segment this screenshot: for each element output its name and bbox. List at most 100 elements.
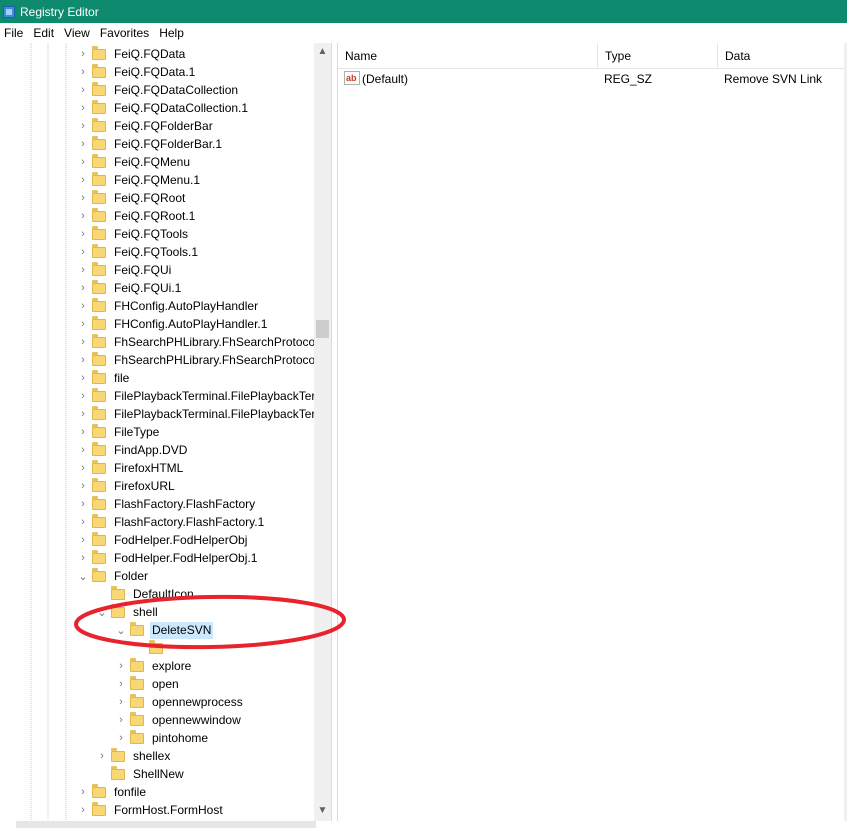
chevron-right-icon[interactable]: › [76,333,90,351]
scroll-up-arrow-icon[interactable]: ▲ [314,43,331,60]
tree-item[interactable]: › FilePlaybackTerminal.FilePlaybackTerm [76,387,327,405]
menu-view[interactable]: View [60,23,96,43]
chevron-right-icon[interactable]: › [76,81,90,99]
chevron-right-icon[interactable]: › [76,783,90,801]
chevron-right-icon[interactable]: › [76,441,90,459]
chevron-right-icon[interactable]: › [76,261,90,279]
column-header-name[interactable]: Name [338,43,598,69]
chevron-down-icon[interactable]: ⌄ [114,621,128,639]
tree-vertical-scrollbar[interactable]: ▲ ▼ [314,43,331,821]
menu-file[interactable]: File [0,23,29,43]
tree-item[interactable]: › FeiQ.FQTools [76,225,190,243]
tree-item[interactable]: › FirefoxURL [76,477,177,495]
chevron-right-icon[interactable]: › [76,135,90,153]
tree-item[interactable]: › opennewprocess [114,693,245,711]
scroll-down-arrow-icon[interactable]: ▼ [314,802,331,819]
tree-item[interactable]: ⌄ shell [95,603,160,621]
column-header-type[interactable]: Type [598,43,718,69]
tree-item[interactable]: ⌄ DeleteSVN [114,621,214,639]
chevron-right-icon[interactable]: › [76,387,90,405]
chevron-right-icon[interactable]: › [114,675,128,693]
tree-item[interactable]: ShellNew [95,765,186,783]
chevron-right-icon[interactable]: › [76,495,90,513]
column-header-data[interactable]: Data [718,43,845,69]
tree-item[interactable]: › FhSearchPHLibrary.FhSearchProtocol [76,351,320,369]
tree-horizontal-scrollbar[interactable] [0,821,847,828]
chevron-right-icon[interactable]: › [76,207,90,225]
tree-item[interactable]: › file [76,369,131,387]
chevron-right-icon[interactable]: › [76,45,90,63]
tree-item[interactable]: › FeiQ.FQMenu.1 [76,171,202,189]
tree-item[interactable]: › FeiQ.FQData [76,45,187,63]
tree-item[interactable]: › FodHelper.FodHelperObj.1 [76,549,259,567]
tree-item[interactable]: › FHConfig.AutoPlayHandler [76,297,260,315]
tree-item[interactable]: › FeiQ.FQUi [76,261,173,279]
chevron-right-icon[interactable]: › [114,711,128,729]
tree-item[interactable]: › fonfile [76,783,148,801]
chevron-right-icon[interactable]: › [76,369,90,387]
chevron-right-icon[interactable]: › [76,171,90,189]
chevron-right-icon[interactable]: › [76,423,90,441]
chevron-down-icon[interactable]: ⌄ [76,567,90,585]
tree-item[interactable]: › FindApp.DVD [76,441,189,459]
tree-item[interactable]: › FeiQ.FQRoot.1 [76,207,197,225]
tree-item[interactable]: › FeiQ.FQRoot [76,189,187,207]
menu-edit[interactable]: Edit [29,23,60,43]
chevron-right-icon[interactable]: › [76,531,90,549]
tree-item[interactable]: › FirefoxHTML [76,459,185,477]
chevron-right-icon[interactable]: › [95,747,109,765]
tree-item[interactable]: › FeiQ.FQDataCollection [76,81,240,99]
tree-item[interactable]: › pintohome [114,729,210,747]
chevron-right-icon[interactable]: › [76,153,90,171]
tree-item[interactable]: ⌄ Folder [76,567,150,585]
tree-item[interactable]: › FormHost.FormHost [76,801,225,819]
tree-item[interactable]: › explore [114,657,193,675]
menu-favorites[interactable]: Favorites [96,23,155,43]
chevron-right-icon[interactable]: › [76,513,90,531]
tree-item[interactable]: › shellex [95,747,172,765]
chevron-right-icon[interactable]: › [76,351,90,369]
tree-item[interactable]: › FhSearchPHLibrary.FhSearchProtocol [76,333,320,351]
chevron-right-icon[interactable]: › [76,99,90,117]
tree-item[interactable]: › FlashFactory.FlashFactory [76,495,257,513]
tree-item[interactable]: › FeiQ.FQData.1 [76,63,197,81]
tree-item[interactable]: › FeiQ.FQTools.1 [76,243,200,261]
chevron-right-icon[interactable]: › [76,477,90,495]
value-row[interactable]: ab (Default) REG_SZ Remove SVN Link [338,69,845,89]
scroll-thumb[interactable] [316,320,329,338]
chevron-right-icon[interactable]: › [76,189,90,207]
tree-item[interactable]: › opennewwindow [114,711,243,729]
menu-help[interactable]: Help [155,23,190,43]
chevron-right-icon[interactable]: › [114,657,128,675]
tree-item[interactable]: › FeiQ.FQDataCollection.1 [76,99,250,117]
chevron-right-icon[interactable]: › [114,729,128,747]
chevron-down-icon[interactable]: ⌄ [95,603,109,621]
chevron-right-icon[interactable]: › [76,801,90,819]
chevron-right-icon[interactable]: › [76,225,90,243]
chevron-right-icon[interactable]: › [76,405,90,423]
tree-item[interactable]: › FilePlaybackTerminal.FilePlaybackTerm [76,405,327,423]
chevron-right-icon[interactable]: › [76,243,90,261]
values-list-pane[interactable]: Name Type Data ab (Default) REG_SZ Remov… [337,43,845,821]
registry-tree-pane[interactable]: › FeiQ.FQData › FeiQ.FQData.1 › FeiQ.FQDataCo… [0,43,332,821]
tree-item[interactable]: › FeiQ.FQUi.1 [76,279,183,297]
tree-item[interactable]: DefaultIcon [95,585,196,603]
chevron-right-icon[interactable]: › [76,279,90,297]
tree-item[interactable]: › FHConfig.AutoPlayHandler.1 [76,315,269,333]
chevron-right-icon[interactable]: › [76,549,90,567]
tree-item[interactable]: › FlashFactory.FlashFactory.1 [76,513,266,531]
tree-item[interactable]: › open [114,675,181,693]
tree-item[interactable]: › FeiQ.FQFolderBar.1 [76,135,224,153]
tree-item[interactable]: › FeiQ.FQMenu [76,153,192,171]
chevron-right-icon[interactable]: › [76,297,90,315]
tree-item[interactable]: › FeiQ.FQFolderBar [76,117,215,135]
chevron-right-icon[interactable]: › [76,459,90,477]
tree-item[interactable]: › FodHelper.FodHelperObj [76,531,249,549]
chevron-right-icon[interactable]: › [114,693,128,711]
tree-item[interactable]: › FileType [76,423,161,441]
chevron-right-icon[interactable]: › [76,117,90,135]
chevron-right-icon[interactable]: › [76,63,90,81]
horizontal-scroll-track[interactable] [16,821,316,828]
chevron-right-icon[interactable]: › [76,315,90,333]
tree-item[interactable] [133,639,173,657]
